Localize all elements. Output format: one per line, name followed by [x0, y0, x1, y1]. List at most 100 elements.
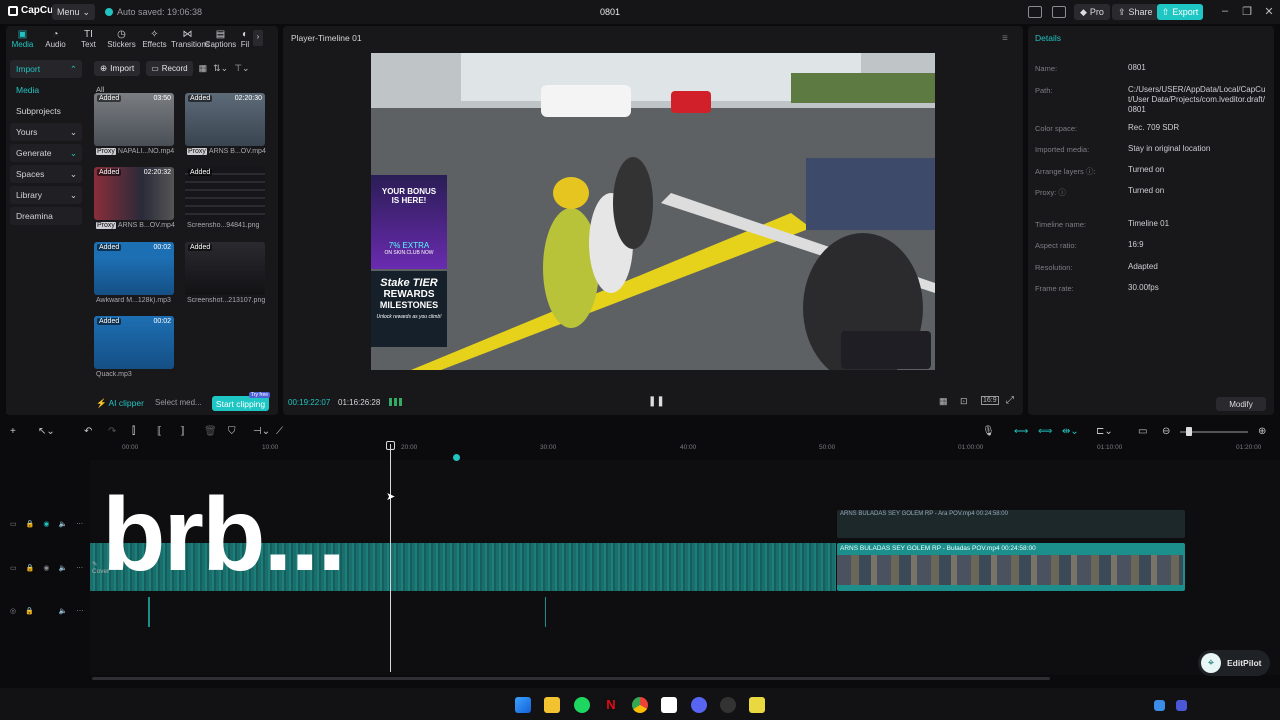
eye-icon[interactable]: ◉	[43, 520, 49, 528]
link-clips-icon[interactable]: ⟷	[1014, 426, 1028, 437]
tab-stickers[interactable]: ◷ Stickers	[105, 26, 138, 52]
audio-icon[interactable]: 🔈	[58, 564, 67, 572]
record-button[interactable]: ▭ Record	[146, 60, 193, 76]
timecode-grid-icon[interactable]	[389, 398, 403, 406]
menu-button[interactable]: Menu ⌄	[52, 4, 96, 20]
layout-icon[interactable]	[1028, 6, 1042, 18]
select-tool-icon[interactable]: ↖⌄	[38, 426, 55, 437]
spotify-icon[interactable]	[574, 697, 590, 713]
aspect-ratio-icon[interactable]: 16:9	[981, 396, 999, 405]
split-icon[interactable]: ⫿	[132, 426, 135, 437]
media-item[interactable]: Added 03:50	[94, 93, 174, 146]
tray-icon[interactable]	[1154, 700, 1165, 711]
media-item[interactable]: Added 00:02	[94, 316, 174, 369]
sticky-notes-icon[interactable]	[749, 697, 765, 713]
video-preview[interactable]: YOUR BONUS IS HERE! 7% EXTRA ON SKIN.CLU…	[371, 53, 935, 370]
start-clipping-button[interactable]: Start clipping	[212, 396, 269, 411]
eye-icon[interactable]: ◉	[43, 564, 49, 572]
zoom-in-icon[interactable]: ⊕	[1258, 426, 1266, 437]
file-explorer-icon[interactable]	[544, 697, 560, 713]
microphone-icon[interactable]: 🎙	[982, 426, 995, 437]
capcut-taskbar-icon[interactable]	[661, 697, 677, 713]
maximize-icon[interactable]: ❐	[1240, 5, 1254, 18]
audio-icon[interactable]: 🔈	[58, 520, 67, 528]
split-right-icon[interactable]: ⟧	[180, 426, 185, 437]
lock-icon[interactable]: 🔒	[26, 564, 35, 572]
playhead-handle[interactable]	[386, 441, 395, 450]
netflix-icon[interactable]: N	[603, 697, 619, 713]
shortcut-icon[interactable]	[1052, 6, 1066, 18]
import-button[interactable]: ⊕ Import	[94, 60, 141, 76]
more-icon[interactable]: ⋯	[76, 520, 83, 528]
tabs-scroll-right-icon[interactable]: ›	[253, 30, 263, 46]
chrome-icon[interactable]	[632, 697, 648, 713]
tab-transitions[interactable]: ⋈ Transitions	[171, 26, 210, 52]
modify-button[interactable]: Modify	[1216, 397, 1266, 411]
media-item[interactable]: Added 02:20:30	[185, 93, 265, 146]
lock-icon[interactable]: 🔒	[26, 520, 35, 528]
close-icon[interactable]: ✕	[1262, 5, 1276, 18]
media-item[interactable]: Added 00:02	[94, 242, 174, 295]
pro-button[interactable]: ◆ Pro	[1074, 4, 1110, 20]
share-button[interactable]: ⇪ Share	[1112, 4, 1159, 20]
tab-media[interactable]: ▣ Media	[6, 26, 39, 52]
add-track-icon[interactable]: +	[10, 426, 16, 437]
player-menu-icon[interactable]: ≡	[1002, 33, 1008, 44]
tray-icon[interactable]	[1176, 700, 1187, 711]
nav-yours[interactable]: Yours ⌄	[10, 123, 82, 141]
redo-icon[interactable]: ↷	[108, 426, 116, 437]
auto-reframe-icon[interactable]: ⟋	[276, 426, 283, 437]
audio-icon[interactable]: 🔈	[59, 607, 68, 615]
nav-library[interactable]: Library ⌄	[10, 186, 82, 204]
nav-subprojects[interactable]: Subprojects	[10, 102, 82, 120]
zoom-slider-handle[interactable]	[1186, 427, 1192, 436]
tab-text[interactable]: TI Text	[72, 26, 105, 52]
export-button[interactable]: ⇧ Export	[1157, 4, 1203, 20]
snap-icon[interactable]: ⇹⌄	[1062, 426, 1079, 437]
media-item[interactable]: Added	[185, 242, 265, 295]
discord-icon[interactable]	[691, 697, 707, 713]
split-left-icon[interactable]: ⟦	[157, 426, 162, 437]
more-icon[interactable]: ⋯	[76, 564, 83, 572]
detail-label-aspect: Aspect ratio:	[1035, 241, 1077, 250]
zoom-fit-icon[interactable]: ⊡	[960, 396, 968, 407]
audio-clip[interactable]	[148, 597, 150, 627]
tab-audio[interactable]: ◔ Audio	[39, 26, 72, 52]
playhead[interactable]	[390, 444, 391, 672]
audio-clip[interactable]	[545, 597, 546, 627]
nav-generate[interactable]: Generate ⌄	[10, 144, 82, 162]
nav-dreamina[interactable]: Dreamina	[10, 207, 82, 225]
delete-icon[interactable]: 🗑	[204, 426, 217, 437]
tab-effects[interactable]: ✧ Effects	[138, 26, 171, 52]
freeze-icon[interactable]: ⊣⌄	[253, 426, 270, 437]
minimize-icon[interactable]: –	[1218, 5, 1232, 17]
fullscreen-icon[interactable]: ⤢	[1006, 395, 1014, 406]
shield-icon[interactable]: ⛉	[228, 426, 236, 437]
undo-icon[interactable]: ↶	[84, 426, 92, 437]
select-media-dropdown[interactable]: Select med...	[155, 398, 202, 407]
caption-track-icon[interactable]: ▭	[1138, 426, 1147, 437]
ai-clipper-label[interactable]: ⚡ AI clipper	[96, 398, 144, 409]
filter-icon[interactable]: ⊤⌄	[234, 63, 249, 74]
lock-icon[interactable]: 🔒	[25, 607, 34, 615]
more-icon[interactable]: ⋯	[77, 607, 84, 615]
nav-media[interactable]: Media	[10, 81, 82, 99]
sort-icon[interactable]: ⇅⌄	[213, 63, 228, 74]
grid-view-icon[interactable]: ▦	[199, 63, 208, 74]
media-item[interactable]: Added	[185, 167, 265, 220]
timeline-marker[interactable]	[453, 454, 460, 461]
timeline-scrollbar[interactable]	[92, 677, 1050, 680]
windows-start-icon[interactable]	[515, 697, 531, 713]
zoom-out-icon[interactable]: ⊖	[1162, 426, 1170, 437]
media-item[interactable]: Added 02:20:32	[94, 167, 174, 220]
tab-filters[interactable]: ◐ Fil	[237, 26, 253, 52]
preview-axis-icon[interactable]: ⊏⌄	[1096, 426, 1113, 437]
nav-spaces[interactable]: Spaces ⌄	[10, 165, 82, 183]
nav-import[interactable]: Import ⌃	[10, 60, 82, 78]
preview-quality-icon[interactable]: ▦	[939, 396, 948, 407]
pause-icon[interactable]: ❚❚	[648, 396, 665, 407]
obs-icon[interactable]	[720, 697, 736, 713]
tab-captions[interactable]: ▤ Captions	[204, 26, 237, 52]
magnet-icon[interactable]: ⟺	[1038, 426, 1052, 437]
editpilot-button[interactable]: ⌖ EditPilot	[1198, 650, 1270, 676]
